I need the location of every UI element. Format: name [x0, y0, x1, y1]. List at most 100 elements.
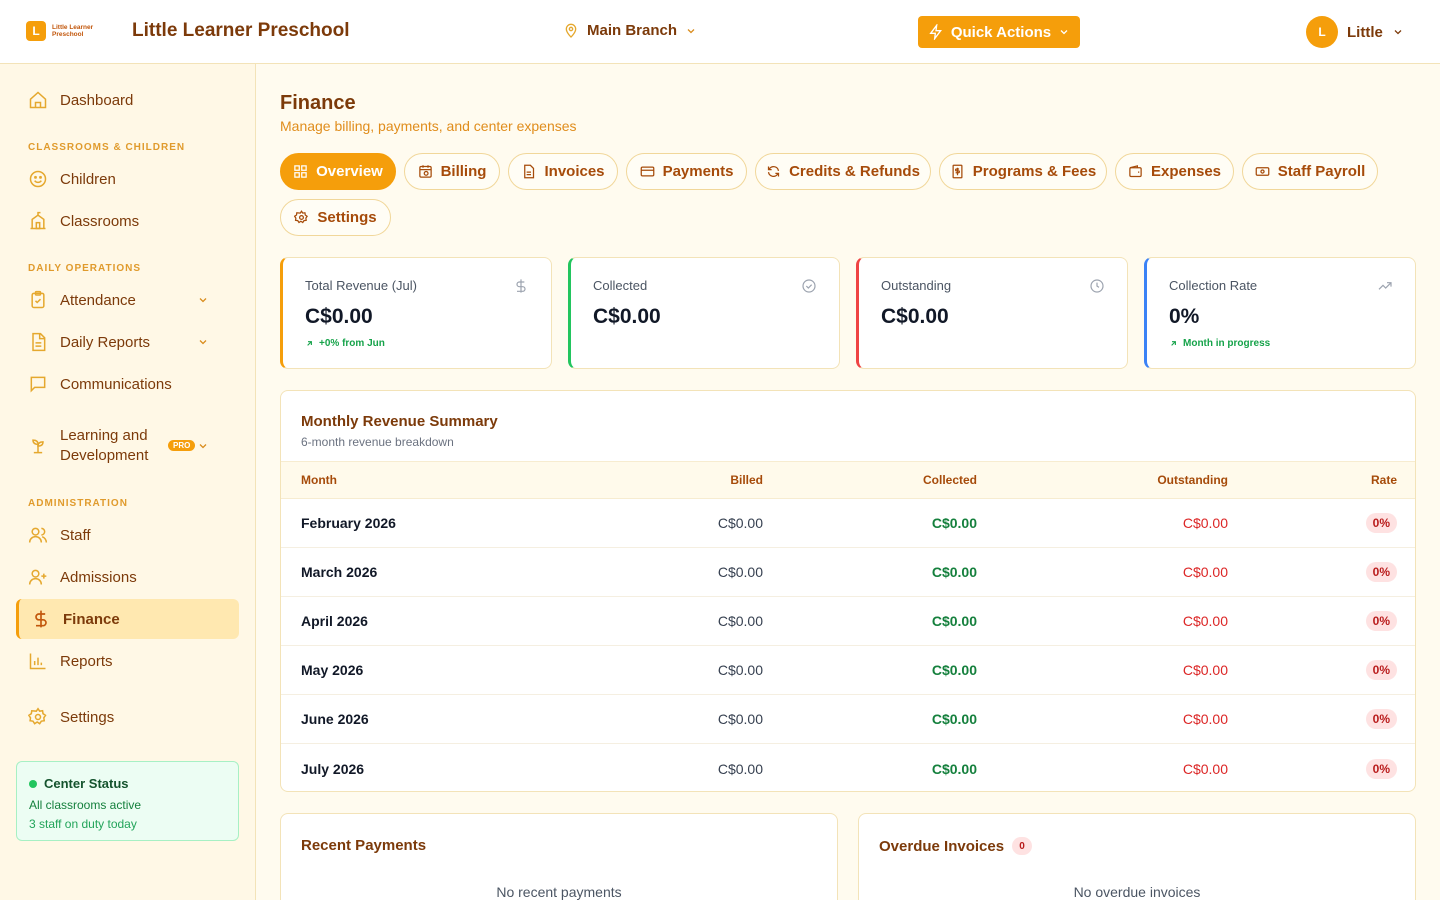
tab-invoices[interactable]: Invoices	[508, 153, 618, 190]
tab-credits-refunds[interactable]: Credits & Refunds	[755, 153, 931, 190]
tab-label: Billing	[440, 163, 487, 180]
check-circle-icon	[801, 278, 817, 294]
column-header-billed: Billed	[730, 473, 763, 487]
stat-card-total-revenue: Total Revenue (Jul) C$0.00 +0% from Jun	[280, 257, 552, 369]
overdue-invoices-title: Overdue Invoices 0	[879, 837, 1033, 855]
cell-month: April 2026	[301, 613, 368, 629]
panel-title-text: Overdue Invoices	[879, 837, 1005, 855]
table-row: March 2026 C$0.00 C$0.00 C$0.00 0%	[281, 548, 1415, 597]
tab-expenses[interactable]: Expenses	[1115, 153, 1234, 190]
users-icon	[28, 525, 48, 545]
sidebar-item-communications[interactable]: Communications	[16, 364, 239, 404]
cell-rate: 0%	[1365, 646, 1397, 694]
lightning-icon	[928, 24, 944, 40]
school-icon	[28, 211, 48, 231]
tab-programs-fees[interactable]: Programs & Fees	[939, 153, 1107, 190]
column-header-outstanding: Outstanding	[1157, 473, 1228, 487]
sidebar-item-dashboard[interactable]: Dashboard	[16, 80, 239, 120]
cell-billed: C$0.00	[717, 613, 763, 629]
quick-actions-button[interactable]: Quick Actions	[918, 16, 1080, 48]
empty-state: No recent payments	[496, 884, 622, 900]
tab-settings[interactable]: Settings	[280, 199, 391, 236]
chevron-down-icon	[193, 290, 213, 310]
tab-billing[interactable]: Billing	[404, 153, 500, 190]
branch-selector[interactable]: Main Branch	[563, 22, 697, 39]
logo-mark: L	[26, 21, 46, 41]
section-subtitle: 6-month revenue breakdown	[301, 435, 454, 449]
wallet-icon	[1128, 164, 1143, 179]
gear-icon	[294, 210, 309, 225]
logo-text: Little Learner Preschool	[52, 24, 94, 38]
sidebar-item-classrooms[interactable]: Classrooms	[16, 201, 239, 241]
table-row: July 2026 C$0.00 C$0.00 C$0.00 0%	[281, 744, 1415, 791]
status-staff: 3 staff on duty today	[29, 817, 137, 831]
cell-outstanding: C$0.00	[1182, 515, 1228, 531]
tab-label: Overview	[316, 163, 383, 180]
sidebar-item-label: Attendance	[60, 291, 136, 309]
tab-payments[interactable]: Payments	[626, 153, 747, 190]
cell-collected: C$0.00	[931, 564, 977, 580]
cell-month: May 2026	[301, 662, 364, 678]
user-menu[interactable]: L Little	[1306, 16, 1404, 48]
arrow-up-right-icon	[305, 339, 314, 348]
cell-billed: C$0.00	[717, 564, 763, 580]
clock-icon	[1089, 278, 1105, 294]
cell-billed: C$0.00	[717, 760, 763, 777]
status-title-text: Center Status	[44, 776, 129, 791]
center-status-title: Center Status	[29, 776, 226, 791]
stat-label: Collected	[593, 278, 648, 293]
cell-month: July 2026	[301, 760, 365, 777]
stat-label: Total Revenue (Jul)	[305, 278, 417, 293]
sidebar-item-finance[interactable]: Finance	[16, 599, 239, 639]
grid-icon	[293, 164, 308, 179]
sidebar-item-staff[interactable]: Staff	[16, 515, 239, 555]
overdue-invoices-panel: Overdue Invoices 0 No overdue invoices	[858, 813, 1416, 900]
cell-collected: C$0.00	[931, 711, 977, 727]
sidebar-item-label: Settings	[60, 708, 115, 726]
app-title: Little Learner Preschool	[132, 20, 350, 41]
tab-label: Programs & Fees	[972, 163, 1097, 180]
tab-overview[interactable]: Overview	[280, 153, 396, 190]
rate-badge: 0%	[1365, 758, 1397, 779]
center-status-card: Center Status All classrooms active 3 st…	[16, 761, 239, 841]
pro-badge: PRO	[168, 440, 196, 451]
tab-label: Staff Payroll	[1277, 163, 1366, 180]
cell-outstanding: C$0.00	[1182, 613, 1228, 629]
sidebar-item-learning[interactable]: Learning and Development PRO	[16, 416, 239, 476]
sidebar-item-admissions[interactable]: Admissions	[16, 557, 239, 597]
table-header: Month Billed Collected Outstanding Rate	[281, 461, 1415, 499]
monthly-revenue-summary: Monthly Revenue Summary 6-month revenue …	[280, 390, 1416, 792]
section-label-admin: ADMINISTRATION	[28, 498, 128, 509]
sidebar-item-children[interactable]: Children	[16, 159, 239, 199]
chevron-down-icon	[193, 332, 213, 352]
sidebar-item-attendance[interactable]: Attendance	[16, 280, 239, 320]
sidebar-item-label: Children	[60, 170, 116, 188]
file-text-icon	[28, 332, 48, 352]
stat-trend: Month in progress	[1169, 338, 1393, 349]
table-row: April 2026 C$0.00 C$0.00 C$0.00 0%	[281, 597, 1415, 646]
sidebar-item-settings[interactable]: Settings	[16, 697, 239, 737]
user-plus-icon	[28, 567, 48, 587]
sidebar: Dashboard CLASSROOMS & CHILDREN Children…	[0, 64, 256, 900]
stat-card-collection-rate: Collection Rate 0% Month in progress	[1144, 257, 1416, 369]
rate-badge: 0%	[1365, 513, 1397, 533]
sidebar-item-label: Communications	[60, 375, 172, 393]
smile-icon	[28, 169, 48, 189]
file-text-icon	[521, 164, 536, 179]
cell-collected: C$0.00	[931, 662, 977, 678]
stat-card-collected: Collected C$0.00	[568, 257, 840, 369]
panel-title-text: Recent Payments	[301, 837, 427, 854]
rate-badge: 0%	[1365, 660, 1397, 680]
cell-collected: C$0.00	[931, 760, 977, 777]
tab-staff-payroll[interactable]: Staff Payroll	[1242, 153, 1378, 190]
cell-month: March 2026	[301, 564, 378, 580]
empty-state: No overdue invoices	[1073, 884, 1201, 900]
tab-label: Settings	[317, 209, 377, 226]
logo[interactable]: L Little Learner Preschool	[26, 21, 108, 41]
avatar: L	[1306, 16, 1338, 48]
column-header-collected: Collected	[922, 473, 977, 487]
sidebar-item-reports[interactable]: Reports	[16, 641, 239, 681]
sidebar-item-daily-reports[interactable]: Daily Reports	[16, 322, 239, 362]
stat-value: C$0.00	[881, 305, 949, 328]
section-label-daily: DAILY OPERATIONS	[28, 263, 142, 274]
